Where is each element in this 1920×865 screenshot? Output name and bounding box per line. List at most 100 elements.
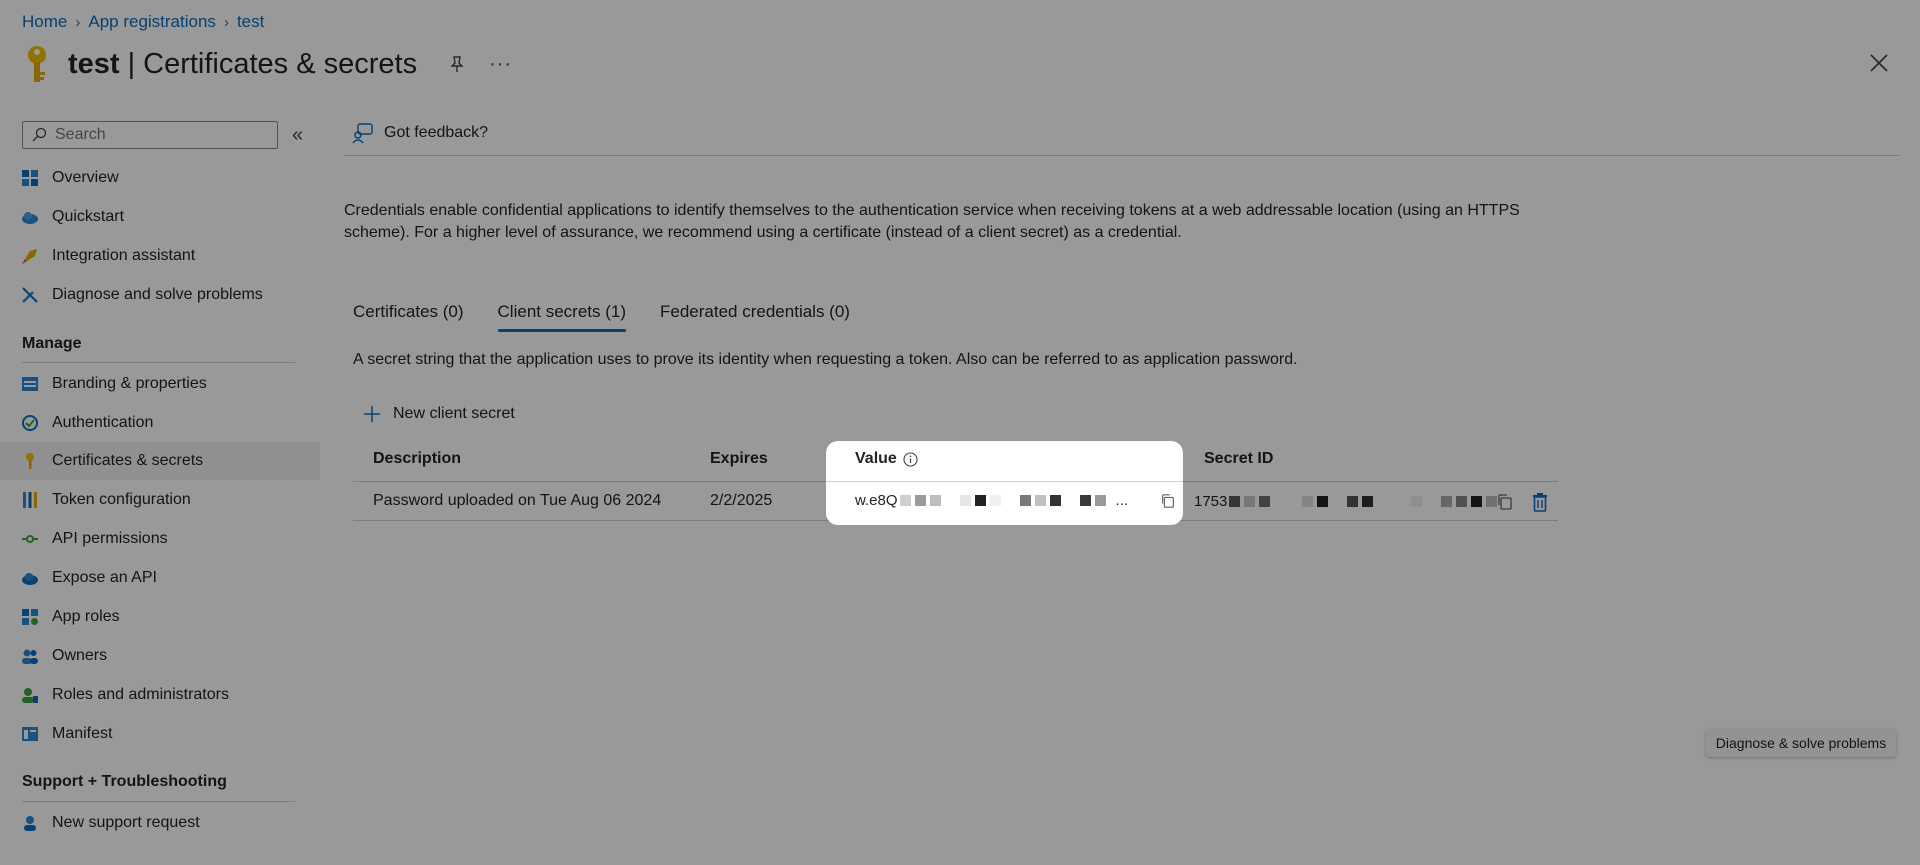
- sidebar-item-overview[interactable]: Overview: [0, 159, 320, 197]
- feedback-button[interactable]: Got feedback?: [352, 122, 488, 144]
- search-input[interactable]: [53, 125, 257, 145]
- value-column-highlight: Value w.e8Q ...: [826, 441, 1183, 525]
- sidebar-item-label: Quickstart: [52, 208, 125, 225]
- pin-icon[interactable]: [447, 54, 467, 74]
- sidebar-item-label: Roles and administrators: [52, 686, 229, 703]
- key-icon: [28, 46, 46, 82]
- close-icon[interactable]: [1868, 52, 1890, 74]
- tab-client-secrets[interactable]: Client secrets (1): [497, 302, 627, 332]
- feedback-label: Got feedback?: [384, 124, 489, 141]
- redaction-block: [1244, 496, 1256, 507]
- row-value: w.e8Q ...: [855, 492, 1128, 509]
- sidebar-item-manifest[interactable]: Manifest: [0, 715, 320, 753]
- manage-section-title: Manage: [22, 335, 82, 352]
- sidebar-item-quickstart[interactable]: Quickstart: [0, 198, 320, 236]
- redaction-block: [1441, 496, 1453, 507]
- sidebar-item-label: Overview: [52, 169, 119, 186]
- sidebar-item-label: Token configuration: [52, 491, 191, 508]
- column-header-secret-id[interactable]: Secret ID: [1204, 450, 1273, 468]
- sidebar-item-branding[interactable]: Branding & properties: [0, 365, 320, 403]
- redaction-block: [959, 495, 971, 506]
- sidebar-item-owners[interactable]: Owners: [0, 637, 320, 675]
- redaction-block: [1377, 496, 1408, 507]
- tab-description: A secret string that the application use…: [353, 351, 1298, 368]
- redaction-block: [1426, 496, 1438, 507]
- sidebar-item-app-roles[interactable]: App roles: [0, 598, 320, 636]
- cloud-icon: [22, 212, 38, 224]
- column-header-expires[interactable]: Expires: [710, 450, 768, 468]
- page-title: Certificates & secrets: [143, 47, 418, 80]
- chevron-right-icon: ›: [223, 13, 229, 31]
- redaction-block: [1079, 495, 1091, 506]
- sidebar-item-label: Authentication: [52, 414, 154, 431]
- more-options-icon[interactable]: ···: [489, 53, 512, 76]
- redaction-block: [1004, 495, 1016, 506]
- breadcrumb-test[interactable]: test: [237, 12, 264, 32]
- new-client-secret-button[interactable]: New client secret: [363, 405, 515, 423]
- collapse-sidebar-icon[interactable]: «: [292, 124, 303, 147]
- cloud-api-icon: [22, 573, 38, 585]
- column-header-description[interactable]: Description: [373, 450, 461, 468]
- plus-icon: [364, 406, 380, 422]
- value-ellipsis: ...: [1115, 492, 1129, 509]
- sidebar-item-label: Expose an API: [52, 569, 157, 586]
- owners-icon: [22, 649, 38, 664]
- row-expires: 2/2/2025: [710, 492, 773, 509]
- breadcrumb: Home › App registrations › test: [22, 12, 264, 32]
- delete-icon[interactable]: [1531, 492, 1549, 512]
- feedback-icon: [352, 123, 373, 144]
- chevron-right-icon: ›: [75, 13, 81, 31]
- branding-icon: [22, 377, 38, 391]
- info-icon[interactable]: [903, 451, 918, 467]
- value-text: w.e8Q: [855, 492, 898, 509]
- divider: [344, 155, 1899, 156]
- sidebar-item-new-support-request[interactable]: New support request: [0, 804, 320, 842]
- key-icon: [26, 453, 34, 469]
- sidebar-item-label: Integration assistant: [52, 247, 196, 264]
- sidebar-item-label: API permissions: [52, 530, 168, 547]
- sidebar-item-label: New support request: [52, 814, 200, 831]
- sidebar-item-token-configuration[interactable]: Token configuration: [0, 481, 320, 519]
- column-header-value[interactable]: Value: [855, 450, 918, 468]
- redaction-block: [1456, 496, 1468, 507]
- divider: [22, 362, 295, 363]
- tab-federated-credentials[interactable]: Federated credentials (0): [660, 302, 850, 332]
- copy-secret-id-icon[interactable]: [1496, 493, 1514, 511]
- sidebar-item-diagnose[interactable]: Diagnose and solve problems: [0, 276, 320, 314]
- divider: [826, 481, 1183, 482]
- redaction-block: [1019, 495, 1031, 506]
- support-person-icon: [24, 816, 36, 831]
- redaction-block: [914, 495, 926, 506]
- redaction-block: [1362, 496, 1374, 507]
- sidebar-item-roles-administrators[interactable]: Roles and administrators: [0, 676, 320, 714]
- diagnose-solve-button[interactable]: Diagnose & solve problems: [1706, 729, 1896, 757]
- intro-text: Credentials enable confidential applicat…: [344, 202, 1520, 241]
- redaction-block: [1347, 496, 1359, 507]
- copy-value-icon[interactable]: [1160, 493, 1176, 509]
- redaction-block: [1274, 496, 1299, 507]
- redaction-block: [1049, 495, 1061, 506]
- api-permissions-icon: [22, 535, 38, 543]
- redaction-block: [974, 495, 986, 506]
- roles-admin-icon: [22, 688, 38, 703]
- sidebar-item-certificates-secrets[interactable]: Certificates & secrets: [0, 442, 320, 480]
- secret-id-text: 1753: [1194, 493, 1228, 510]
- value-header-label: Value: [855, 450, 897, 467]
- redaction-block: [989, 495, 1001, 506]
- redaction-block: [1317, 496, 1329, 507]
- breadcrumb-app-registrations[interactable]: App registrations: [88, 12, 216, 32]
- sidebar-item-authentication[interactable]: Authentication: [0, 404, 320, 442]
- redaction-block: [1332, 496, 1344, 507]
- breadcrumb-home[interactable]: Home: [22, 12, 67, 32]
- redaction-block: [944, 495, 956, 506]
- page-header: test | Certificates & secrets ···: [22, 44, 512, 84]
- search-box[interactable]: [22, 121, 278, 149]
- tab-certificates[interactable]: Certificates (0): [353, 302, 464, 332]
- sidebar-item-integration-assistant[interactable]: Integration assistant: [0, 237, 320, 275]
- divider: [22, 801, 295, 802]
- tab-list: Certificates (0) Client secrets (1) Fede…: [353, 302, 850, 332]
- redaction-block: [1259, 496, 1271, 507]
- sidebar-item-api-permissions[interactable]: API permissions: [0, 520, 320, 558]
- sidebar-item-expose-api[interactable]: Expose an API: [0, 559, 320, 597]
- sidebar-item-label: Certificates & secrets: [52, 452, 204, 469]
